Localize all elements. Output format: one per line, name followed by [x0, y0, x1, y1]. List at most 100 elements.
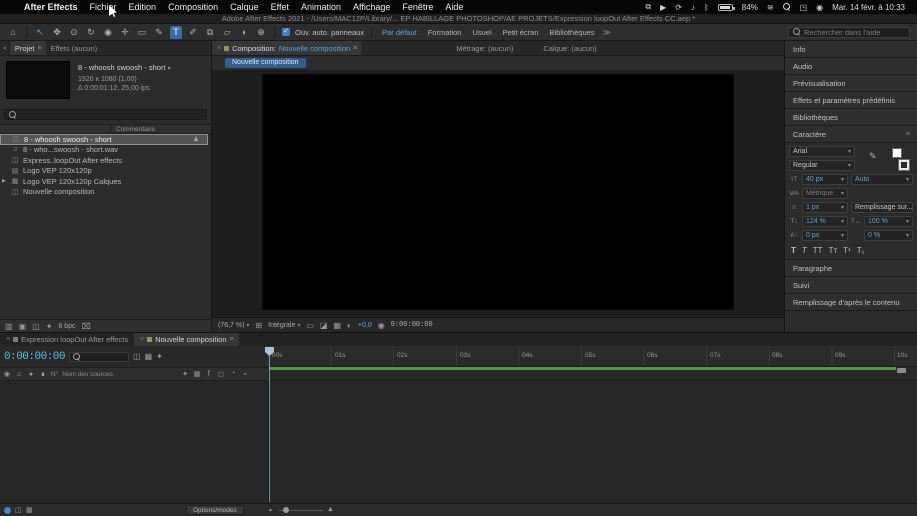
auto-open-panels-checkbox[interactable]: ✓ [282, 28, 290, 36]
composition-viewport[interactable] [262, 74, 734, 310]
menu-fenetre[interactable]: Fenêtre [402, 2, 433, 12]
project-item[interactable]: ◫ Nouvelle composition [0, 187, 211, 198]
region-of-interest-icon[interactable]: ▭ [306, 321, 314, 330]
collapse-transformations-icon[interactable]: ▦ [193, 370, 201, 378]
help-search-field[interactable] [788, 26, 910, 38]
vertical-scale-dropdown[interactable]: 124 % ▾ [802, 216, 848, 227]
project-column-headers[interactable]: Commentaire [0, 124, 211, 134]
workspace-overflow-icon[interactable]: ≫ [603, 28, 611, 37]
disclosure-triangle-icon[interactable]: ▶ [2, 178, 6, 184]
spotlight-search-icon[interactable] [782, 3, 791, 11]
tab-metrage[interactable]: Métrage: (aucun) [451, 41, 518, 55]
timeline-search-field[interactable] [69, 351, 130, 362]
faux-italic-button[interactable]: T [802, 246, 807, 255]
pen-tool-icon[interactable]: ✎ [153, 26, 165, 39]
tab-calque[interactable]: Calque: (aucun) [538, 41, 601, 55]
tab-composition[interactable]: × Composition: Nouvelle composition ≡ [212, 41, 362, 55]
menu-bar-clock[interactable]: Mar. 14 févr. à 10:33 [832, 3, 905, 12]
kerning-auto-dropdown[interactable]: Auto ▾ [851, 174, 913, 185]
menu-calque[interactable]: Calque [230, 2, 259, 12]
new-composition-icon[interactable]: ◫ [32, 322, 40, 331]
lock-icon[interactable]: ∎ [39, 370, 47, 378]
control-center-icon[interactable]: ◳ [800, 3, 808, 12]
zoom-out-mountain-icon[interactable]: ▲ [268, 507, 273, 513]
eyedropper-icon[interactable]: ✎ [869, 151, 877, 162]
panel-menu-icon[interactable]: ≡ [353, 45, 357, 52]
menu-aide[interactable]: Aide [445, 2, 463, 12]
playhead-line[interactable] [269, 347, 270, 502]
bluetooth-icon[interactable]: ᛒ [704, 3, 709, 12]
workspace-usuel[interactable]: Usuel [469, 28, 494, 37]
project-item[interactable]: ▶ ▦ Logo VEP 120x120p Calques [0, 176, 211, 187]
menu-affichage[interactable]: Affichage [353, 2, 390, 12]
panel-header-suivi[interactable]: Suivi [785, 277, 917, 294]
clone-stamp-tool-icon[interactable]: ⧉ [204, 26, 216, 39]
quality-icon[interactable]: ◻ [217, 370, 225, 378]
preview-item-name[interactable]: 8 - whoosh swoosh - short ▾ [78, 63, 171, 75]
timeline-zoom-knob[interactable] [283, 507, 289, 513]
volume-icon[interactable]: ♪ [691, 3, 695, 12]
column-commentaire[interactable]: Commentaire [116, 126, 155, 133]
brush-tool-icon[interactable]: ✐ [187, 26, 199, 39]
wifi-icon[interactable]: ≋ [767, 3, 774, 12]
close-icon[interactable]: × [217, 45, 221, 52]
tab-effets[interactable]: Effets (aucun) [46, 41, 103, 55]
project-item[interactable]: ◫ 8 - whoosh swoosh - short ♟ [0, 134, 208, 145]
play-status-icon[interactable]: ▶ [660, 3, 666, 12]
type-tool-icon[interactable]: T [170, 25, 182, 39]
workspace-par-defaut[interactable]: Par défaut [379, 28, 420, 37]
help-search-input[interactable] [804, 27, 905, 37]
pan-behind-tool-icon[interactable]: ✛ [119, 26, 131, 39]
rotation-tool-icon[interactable]: ↻ [85, 26, 97, 39]
zoom-tool-icon[interactable]: ⊙ [68, 26, 80, 39]
timeline-tab-expression[interactable]: × Expression loopOut After effects [0, 333, 134, 346]
screen-mirroring-icon[interactable]: ⧉ [645, 2, 651, 12]
hand-tool-icon[interactable]: ✥ [51, 26, 63, 39]
graph-editor-icon[interactable]: ⌁ [241, 370, 249, 378]
puppet-pin-tool-icon[interactable]: ⊕ [255, 26, 267, 39]
panel-header-paragraphe[interactable]: Paragraphe [785, 260, 917, 277]
new-folder-icon[interactable]: ▣ [19, 322, 27, 331]
panel-header-previsualisation[interactable]: Prévisualisation [785, 75, 917, 92]
motion-blur-icon[interactable]: ◔ [229, 370, 237, 378]
panel-header-info[interactable]: Info [785, 41, 917, 58]
baseline-shift-dropdown[interactable]: 0 px ▾ [802, 230, 848, 241]
roto-brush-tool-icon[interactable]: ◗ [238, 26, 250, 39]
panel-header-audio[interactable]: Audio [785, 58, 917, 75]
frame-blend-icon[interactable]: ✦ [156, 352, 163, 361]
bpc-button[interactable]: 8 bpc [58, 323, 75, 330]
stroke-width-dropdown[interactable]: 1 px ▾ [802, 202, 848, 213]
composition-timecode[interactable]: 0:00:00:00 [391, 321, 433, 329]
audio-enable-icon[interactable]: ♫ [15, 371, 23, 378]
tsume-dropdown[interactable]: 0 % ▾ [864, 230, 913, 241]
work-area-end-handle[interactable] [897, 368, 906, 373]
workspace-bibliotheques[interactable]: Bibliothèques [547, 28, 598, 37]
exposure-value[interactable]: +0,0 [358, 322, 372, 329]
panel-header-bibliotheques[interactable]: Bibliothèques [785, 109, 917, 126]
font-family-dropdown[interactable]: Arial ▾ [789, 146, 855, 157]
panel-header-caractere[interactable]: Caractère ≡ [785, 126, 917, 143]
draft-3d-icon[interactable]: ▦ [145, 352, 153, 361]
horizontal-scale-dropdown[interactable]: 100 % ▾ [864, 216, 913, 227]
shape-tool-icon[interactable]: ▭ [136, 26, 148, 39]
kerning-dropdown[interactable]: Métrique ▾ [802, 188, 848, 199]
menu-effet[interactable]: Effet [271, 2, 289, 12]
column-number[interactable]: N° [51, 371, 58, 378]
menu-edition[interactable]: Edition [129, 2, 157, 12]
zoom-in-mountain-icon[interactable]: ▲ [327, 506, 334, 513]
snapshot-camera-icon[interactable]: ◉ [378, 321, 385, 330]
font-size-dropdown[interactable]: 40 px ▾ [802, 174, 848, 185]
subscript-button[interactable]: T₁ [857, 246, 865, 255]
adjust-icon[interactable]: ✦ [46, 322, 53, 331]
panel-header-effets[interactable]: Effets et paramètres prédéfinis [785, 92, 917, 109]
trash-icon[interactable]: ⌧ [82, 322, 91, 331]
project-item[interactable]: ▤ Logo VEP 120x120p [0, 166, 211, 177]
panel-header-remplissage[interactable]: Remplissage d'après le contenu [785, 294, 917, 311]
stroke-color-swatch[interactable] [898, 159, 910, 171]
menu-composition[interactable]: Composition [168, 2, 218, 12]
camera-tool-icon[interactable]: ◉ [102, 26, 114, 39]
mask-visibility-icon[interactable]: ◪ [320, 321, 328, 330]
siri-icon[interactable]: ◉ [816, 3, 823, 12]
grid-guides-icon[interactable]: ⊞ [255, 321, 262, 330]
exposure-icon[interactable]: ◐ [347, 321, 352, 330]
